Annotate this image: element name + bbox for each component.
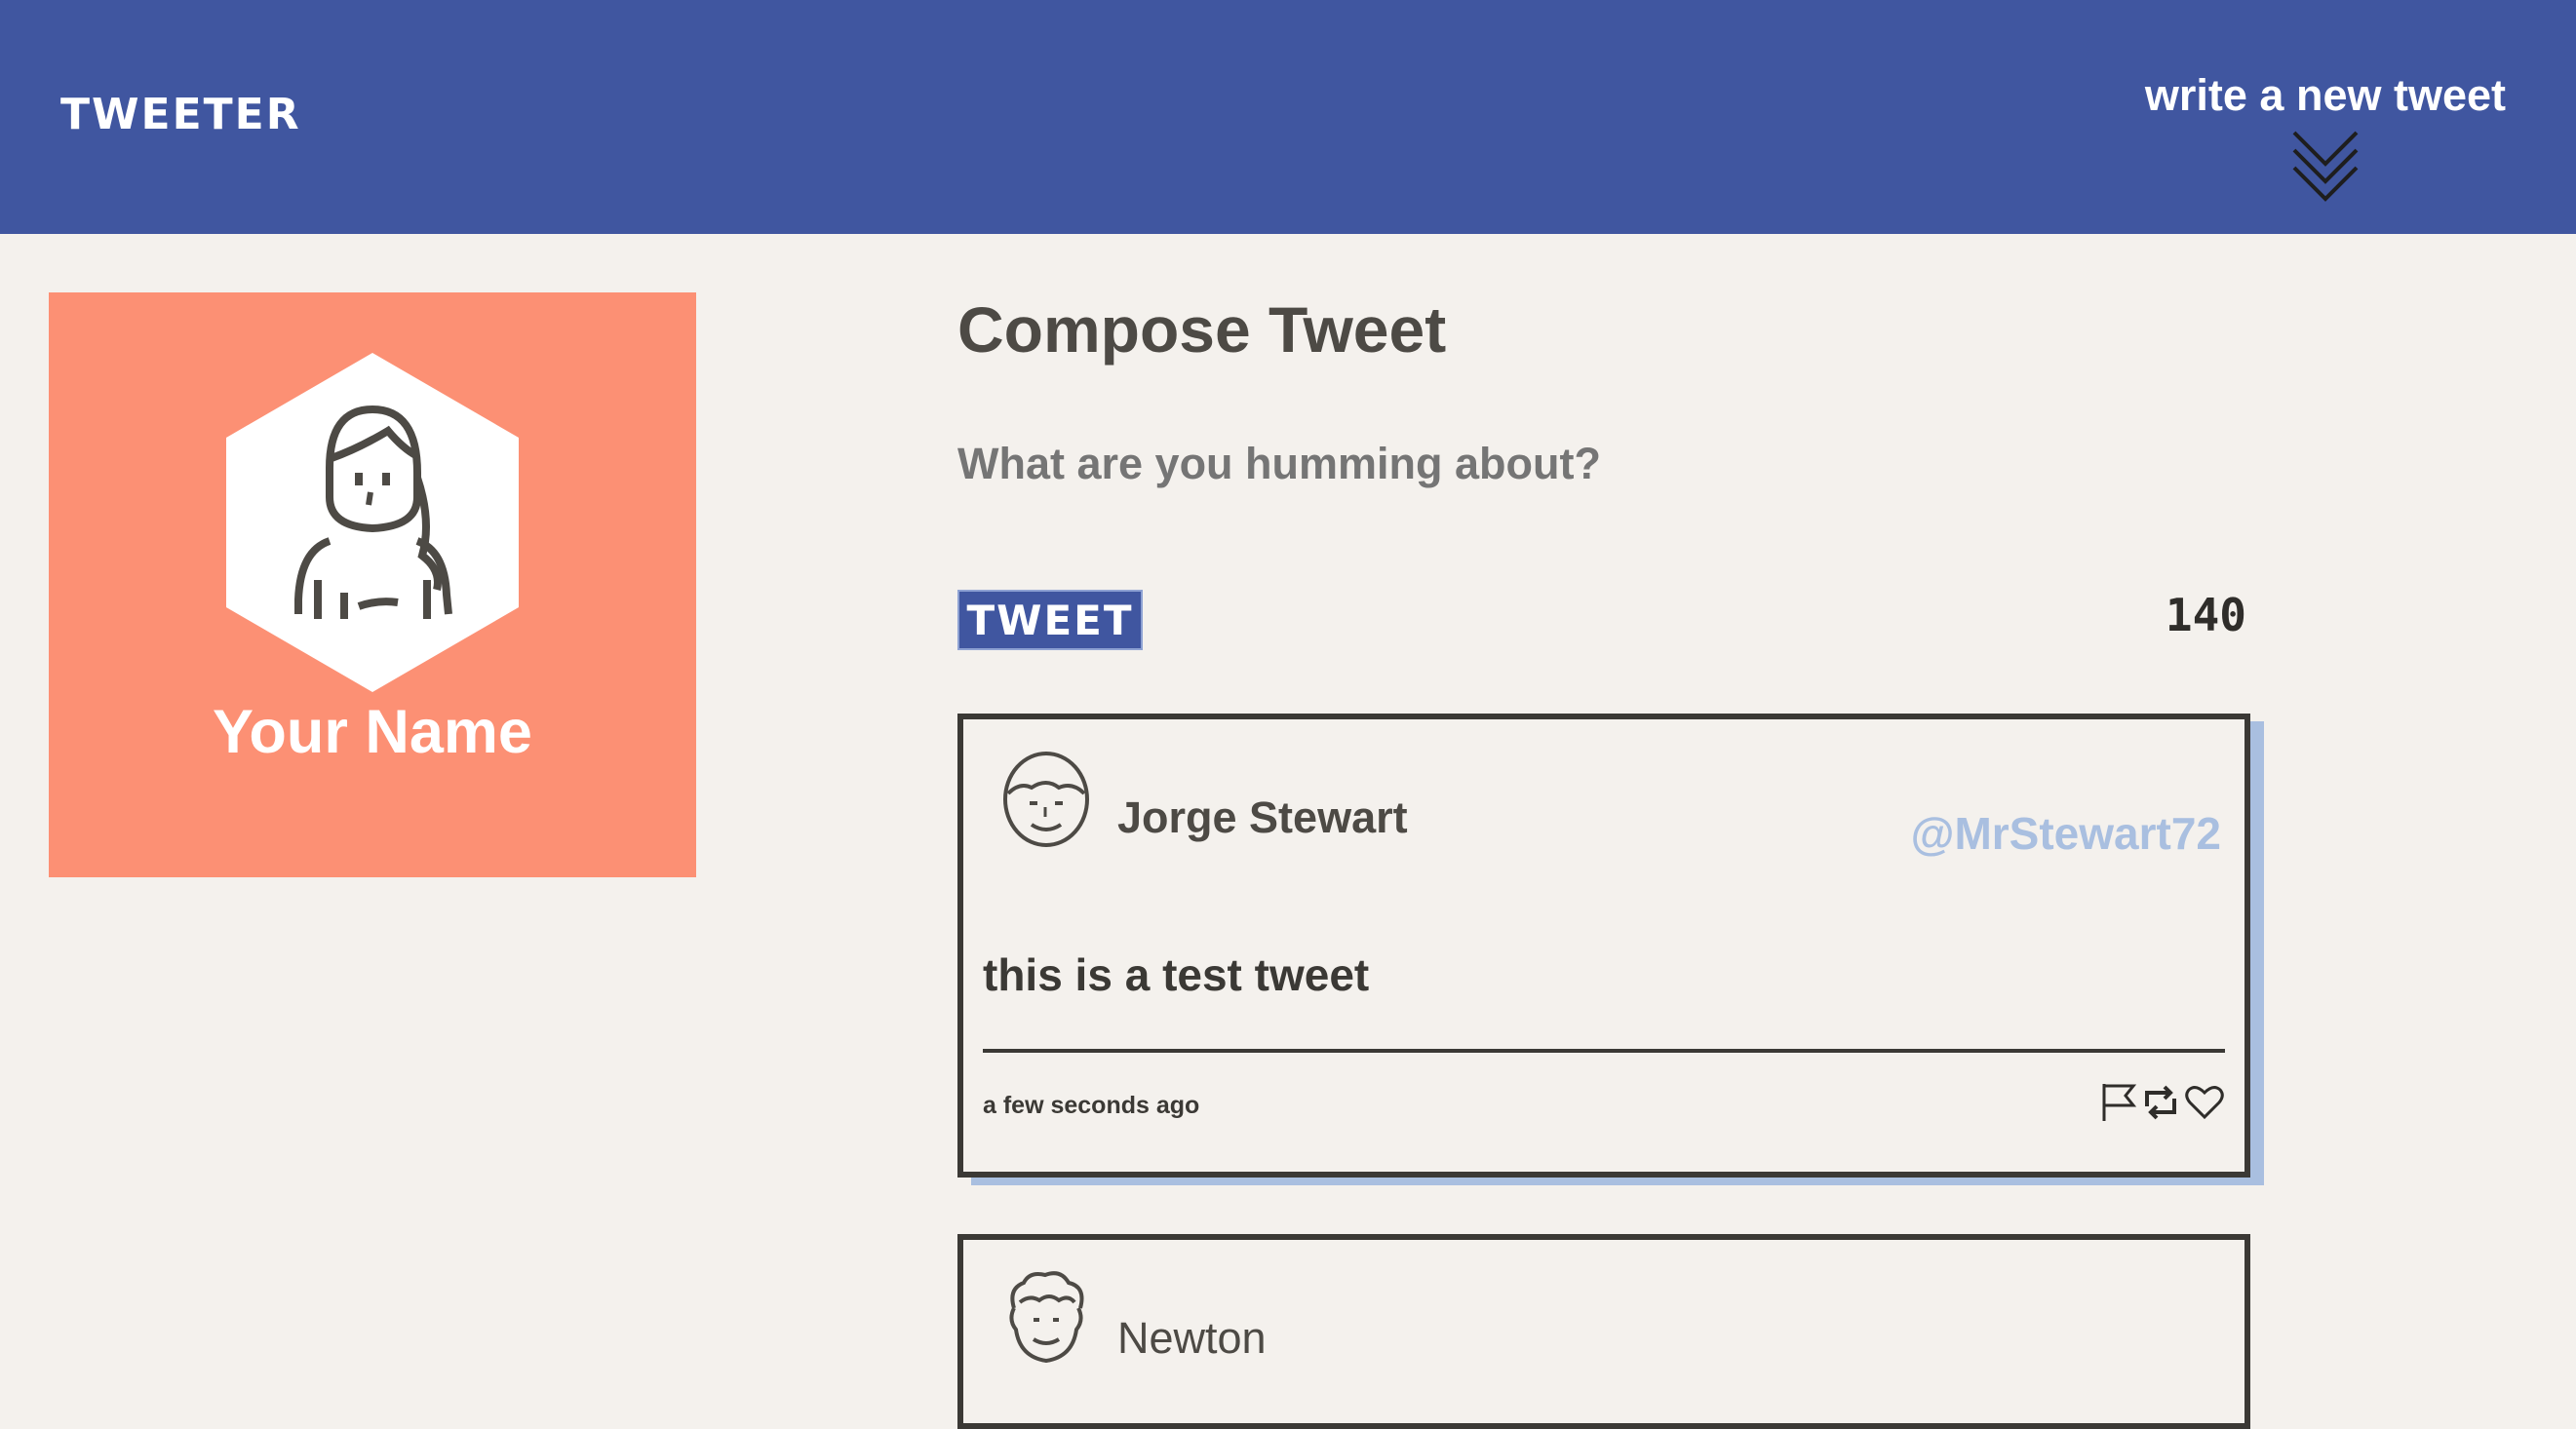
tweet-author-handle: @MrStewart72: [1910, 808, 2221, 859]
profile-name: Your Name: [213, 698, 532, 766]
tweet-author-name: Jorge Stewart: [1117, 792, 1408, 842]
brand-logo[interactable]: TWEETER: [60, 90, 301, 139]
profile-card: Your Name: [49, 292, 696, 877]
character-counter: 140: [2165, 589, 2246, 641]
write-new-tweet-button[interactable]: write a new tweet: [2145, 70, 2506, 205]
tweet-timestamp: a few seconds ago: [983, 1092, 1200, 1119]
top-navbar: TWEETER write a new tweet: [0, 0, 2576, 234]
tweet-author-name: Newton: [1117, 1313, 1267, 1363]
tweet-card: Newton: [957, 1234, 2250, 1429]
compose-section: Compose Tweet TWEET 140: [957, 292, 2248, 650]
write-new-tweet-label: write a new tweet: [2144, 70, 2506, 120]
tweet-card: Jorge Stewart @MrStewart72 this is a tes…: [957, 714, 2250, 1178]
double-chevron-down-icon: [2292, 131, 2359, 202]
tweet-content: this is a test tweet: [983, 949, 1370, 1000]
tweet-text-input[interactable]: [957, 439, 2244, 489]
retweet-icon[interactable]: [2141, 1085, 2180, 1125]
heart-icon[interactable]: [2184, 1084, 2225, 1126]
author-avatar-icon: [1003, 752, 1089, 847]
tweet-actions: [2100, 1082, 2225, 1128]
tweet-submit-button[interactable]: TWEET: [957, 590, 1143, 650]
author-avatar-icon: [1009, 1271, 1084, 1364]
flag-icon[interactable]: [2100, 1082, 2137, 1128]
user-avatar-icon: [226, 353, 519, 692]
compose-title: Compose Tweet: [957, 293, 1447, 366]
tweet-divider: [983, 1049, 2225, 1053]
